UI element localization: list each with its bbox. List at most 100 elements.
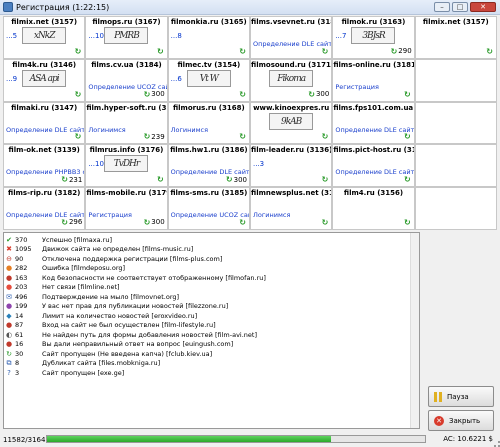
refresh-icon[interactable]: ↻ [404, 132, 411, 141]
site-cell[interactable]: filmops.ru (3167) ...10 PMRB ↻ [86, 17, 167, 58]
log-text: Лимит на количество новостей [eroxvideo.… [42, 311, 198, 320]
log-status-icon: ✔ [6, 235, 12, 244]
site-cell[interactable]: filmaki.ru (3147) Определение DLE сайтов ↻ [4, 102, 85, 144]
site-cell-header: filmrus.info (3176) [89, 146, 164, 155]
site-cell[interactable] [415, 145, 496, 187]
log-count: 199 [15, 302, 28, 311]
site-cell[interactable]: filmorus.ru (3168) Логинимся ↻ [168, 102, 249, 144]
log-count: 8 [15, 359, 20, 368]
close-button[interactable]: ✕ Закрыть [428, 410, 494, 431]
refresh-icon[interactable]: ↻ [322, 175, 329, 184]
close-window-button[interactable]: ✕ [470, 2, 496, 12]
refresh-icon[interactable]: ↻ [239, 47, 246, 56]
refresh-icon[interactable]: ↻ [75, 132, 82, 141]
resize-grip[interactable] [494, 441, 500, 447]
captcha-image[interactable]: PMRB [104, 27, 149, 44]
site-cell[interactable]: films.pict-host.ru (3187) Определение DLE… [333, 145, 414, 187]
site-cell[interactable]: filmrus.info (3176) ...10 TvDHr ↻ [86, 145, 167, 187]
site-cell-status: Регистрация [88, 211, 132, 220]
refresh-icon[interactable]: ↻ [322, 218, 329, 227]
refresh-icon[interactable]: ↻ [391, 47, 398, 56]
site-cell[interactable]: filmonkia.ru (3165) ...8 ↻ [168, 17, 249, 58]
site-cell[interactable]: films-sms.ru (3185) Определение UCOZ сайт… [168, 188, 249, 229]
site-cell[interactable]: films.fps101.com.ua (315 Определение DLE … [333, 102, 414, 144]
captcha-image[interactable]: TvDHr [104, 155, 149, 173]
minimize-button[interactable]: – [434, 2, 450, 12]
log-scrollbar[interactable] [410, 233, 419, 428]
refresh-icon[interactable]: ↻ [144, 218, 151, 227]
site-cell[interactable]: filmix.net (3157) ↻ [415, 17, 496, 58]
refresh-icon[interactable]: ↻ [308, 90, 315, 99]
log-status-icon: ? [7, 368, 11, 377]
site-cell[interactable]: filmok.ru (3163) ...7 3BJsR ↻ 290 [333, 17, 414, 58]
site-cell[interactable]: films-rip.ru (3182) Определение DLE сайто… [4, 188, 85, 229]
maximize-button[interactable]: □ [452, 2, 468, 12]
log-text: Дубликат сайта [files.mobkniga.ru] [42, 359, 161, 368]
site-cell[interactable] [415, 59, 496, 101]
log-row: ● 163 Код безопасности не соответствует от… [4, 273, 419, 283]
site-cell-status: Определение DLE сайтов [335, 125, 414, 134]
site-cell[interactable]: www.kinoexpres.ru 9kAB ↻ [251, 102, 332, 144]
refresh-icon[interactable]: ↻ [404, 175, 411, 184]
log-row: ⊖ 90 Отключена поддержка регистрации [film… [4, 254, 419, 264]
log-status-icon: ● [5, 264, 13, 273]
site-cell-header: filmok.ru (3163) [341, 18, 406, 26]
attempt-counter: ...7 [335, 32, 347, 40]
site-cell-count: ↻ 300 [308, 90, 329, 99]
site-cell[interactable]: film4.ru (3156) ↻ [333, 188, 414, 229]
refresh-icon[interactable]: ↻ [226, 175, 233, 184]
site-cell[interactable]: film.hyper-soft.ru (3142) Логинимся ↻239 [86, 102, 167, 144]
captcha-image[interactable]: 3BJsR [351, 27, 396, 44]
refresh-icon[interactable]: ↻ [75, 90, 82, 99]
site-cell[interactable]: films.cv.ua (3184)Определение UCOZ сайто… [86, 59, 167, 101]
refresh-icon[interactable]: ↻ [75, 47, 82, 56]
site-cell[interactable]: films-online.ru (3181) Регистрация ↻ [333, 59, 414, 101]
site-cell-status: Логинимся [88, 125, 126, 134]
log-text: Нет связи [filmline.net] [42, 283, 120, 292]
refresh-icon[interactable]: ↻ [144, 132, 151, 141]
site-cell[interactable]: film-ok.net (3139)Определение PHPBB3 сай… [4, 145, 85, 187]
site-cell-count: ↻ 300 [144, 218, 165, 227]
site-cell[interactable] [415, 188, 496, 229]
refresh-icon[interactable]: ↻ [61, 218, 68, 227]
pause-button[interactable]: Пауза [428, 386, 494, 407]
captcha-image[interactable]: xNkZ [22, 27, 67, 44]
refresh-icon[interactable]: ↻ [157, 47, 164, 56]
pause-label: Пауза [447, 392, 469, 401]
captcha-image[interactable]: Fikoma [269, 69, 314, 87]
site-cell[interactable] [415, 102, 496, 144]
attempt-counter: ...10 [88, 32, 104, 40]
captcha-image[interactable]: 9kAB [269, 112, 314, 130]
window-controls: – □ ✕ [434, 2, 496, 12]
site-cell-status: Определение DLE сайтов [6, 125, 85, 134]
captcha-image[interactable]: Vt W [186, 69, 231, 87]
refresh-icon[interactable]: ↻ [239, 132, 246, 141]
site-cell[interactable]: films-mobile.ru (3179) Регистрация ↻ 300 [86, 188, 167, 229]
captcha-image[interactable]: ASA api [22, 69, 67, 87]
log-status-icon: ● [5, 273, 13, 282]
log-row: ● 87 Вход на сайт не был осуществлен [film… [4, 321, 419, 331]
site-cell[interactable]: filmosound.ru (3171) Fikoma ↻ 300 [251, 59, 332, 101]
refresh-icon[interactable]: ↻ [239, 90, 246, 99]
log-count: 61 [15, 330, 24, 339]
refresh-icon[interactable]: ↻ [144, 90, 151, 99]
site-cell-header: film-leader.ru (3136) [251, 146, 332, 155]
refresh-icon[interactable]: ↻ [404, 218, 411, 227]
refresh-icon[interactable]: ↻ [486, 47, 493, 56]
refresh-icon[interactable]: ↻ [61, 175, 68, 184]
site-cell[interactable]: filmix.net (3157) ...5 xNkZ ↻ [4, 17, 85, 58]
refresh-icon[interactable]: ↻ [157, 175, 164, 184]
log-row: ◐ 61 Не найден путь для формы добавления н… [4, 330, 419, 340]
refresh-icon[interactable]: ↻ [404, 90, 411, 99]
site-cell[interactable]: film4k.ru (3146) ...9 ASA api ↻ [4, 59, 85, 101]
site-cell[interactable]: filmnewsplus.net (3160) Логинимся ↻ [251, 188, 332, 229]
site-cell[interactable]: film-leader.ru (3136) ...3 ↻ [251, 145, 332, 187]
refresh-icon[interactable]: ↻ [322, 132, 329, 141]
count-value: 231 [68, 175, 83, 184]
site-cell[interactable]: films.vsevnet.ru (3188) Определение DLE с… [251, 17, 332, 58]
log-text: Движок сайта не определен [films-music.r… [42, 245, 194, 254]
site-cell[interactable]: films.hw1.ru (3186) Определение DLE сайто… [168, 145, 249, 187]
refresh-icon[interactable]: ↻ [322, 47, 329, 56]
refresh-icon[interactable]: ↻ [239, 218, 246, 227]
site-cell[interactable]: filmec.tv (3154) ...6 Vt W ↻ [168, 59, 249, 101]
